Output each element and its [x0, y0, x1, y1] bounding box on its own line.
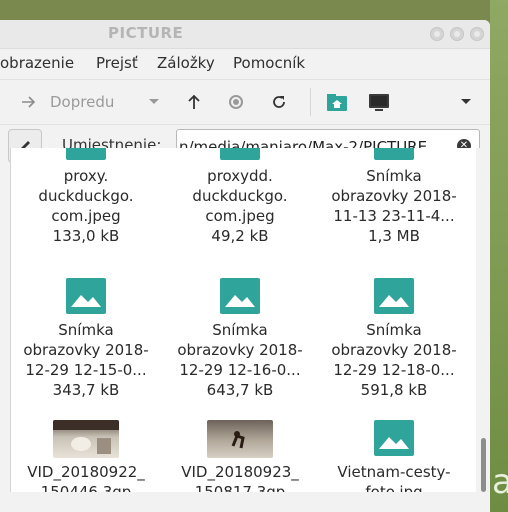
- file-size: 49,2 kB: [211, 227, 269, 245]
- file-grid: proxy. duckduckgo. com.jpeg 133,0 kB proxy…: [10, 148, 477, 492]
- file-item[interactable]: Snímka obrazovky 2018- 12-29 12-18-0... 5…: [319, 278, 469, 400]
- forward-arrow-icon[interactable]: [14, 87, 44, 117]
- menu-prejst[interactable]: Prejsť: [96, 54, 138, 72]
- file-name: Snímka obrazovky 2018- 11-13 23-11-4...: [331, 167, 457, 225]
- file-size: 1,3 MB: [368, 227, 420, 245]
- toolbar: Dopredu: [0, 79, 490, 125]
- maximize-button[interactable]: [450, 27, 464, 41]
- video-thumbnail: [53, 420, 119, 458]
- file-name: Snímka obrazovky 2018- 12-29 12-18-0...: [331, 321, 457, 379]
- vertical-scrollbar[interactable]: [476, 148, 490, 492]
- window-title: PICTURE: [108, 24, 184, 42]
- file-name: Snímka obrazovky 2018- 12-29 12-16-0...: [177, 321, 303, 379]
- file-name: proxy. duckduckgo. com.jpeg: [38, 167, 134, 225]
- video-thumbnail: [207, 420, 273, 458]
- computer-icon[interactable]: [364, 87, 394, 117]
- toolbar-divider: [310, 88, 311, 116]
- file-name: VID_20180923_ 150817.3gp: [181, 463, 299, 492]
- file-item[interactable]: VID_20180923_ 150817.3gp5,0 MB: [165, 420, 315, 492]
- up-arrow-icon[interactable]: [180, 87, 208, 117]
- image-file-icon: [374, 278, 414, 314]
- chevron-down-icon[interactable]: [144, 87, 164, 117]
- file-name: proxydd. duckduckgo. com.jpeg: [192, 167, 288, 225]
- file-item[interactable]: Snímka obrazovky 2018- 12-29 12-15-0... 3…: [11, 278, 161, 400]
- scrollbar-thumb[interactable]: [481, 438, 486, 492]
- image-file-icon: [374, 420, 414, 456]
- image-file-icon: [220, 278, 260, 314]
- file-size: 343,7 kB: [52, 381, 120, 399]
- minimize-button[interactable]: [430, 27, 444, 41]
- file-item[interactable]: proxydd. duckduckgo. com.jpeg 49,2 kB: [165, 148, 315, 246]
- more-options-icon[interactable]: [456, 87, 476, 117]
- forward-button-label[interactable]: Dopredu: [50, 87, 130, 117]
- file-name: Vietnam-cesty- foto.jpg: [337, 463, 451, 492]
- image-file-icon: [66, 148, 106, 160]
- menu-bar: obrazenie Prejsť Záložky Pomocník: [0, 49, 490, 79]
- close-button[interactable]: [470, 27, 484, 41]
- reload-icon[interactable]: [264, 87, 294, 117]
- image-file-icon: [66, 278, 106, 314]
- file-item[interactable]: Snímka obrazovky 2018- 11-13 23-11-4... 1…: [319, 148, 469, 246]
- menu-zobrazenie[interactable]: obrazenie: [0, 54, 74, 72]
- file-name: Snímka obrazovky 2018- 12-29 12-15-0...: [23, 321, 149, 379]
- image-file-icon: [374, 148, 414, 160]
- file-item[interactable]: VID_20180922_ 150446.3gp55,6 MB: [11, 420, 161, 492]
- menu-zalozky[interactable]: Záložky: [157, 54, 215, 72]
- image-file-icon: [220, 148, 260, 160]
- file-item[interactable]: Snímka obrazovky 2018- 12-29 12-16-0... 6…: [165, 278, 315, 400]
- file-name: VID_20180922_ 150446.3gp: [27, 463, 145, 492]
- title-bar[interactable]: PICTURE: [0, 20, 490, 49]
- desktop-text: a: [492, 462, 508, 502]
- file-size: 133,0 kB: [52, 227, 120, 245]
- file-item[interactable]: proxy. duckduckgo. com.jpeg 133,0 kB: [11, 148, 161, 246]
- file-size: 591,8 kB: [360, 381, 428, 399]
- file-size: 643,7 kB: [206, 381, 274, 399]
- home-folder-icon[interactable]: [322, 87, 352, 117]
- stop-icon[interactable]: [222, 87, 250, 117]
- menu-pomocnik[interactable]: Pomocník: [233, 54, 305, 72]
- file-item[interactable]: Vietnam-cesty- foto.jpg411,3 kB: [319, 420, 469, 492]
- desktop-background: [490, 0, 508, 512]
